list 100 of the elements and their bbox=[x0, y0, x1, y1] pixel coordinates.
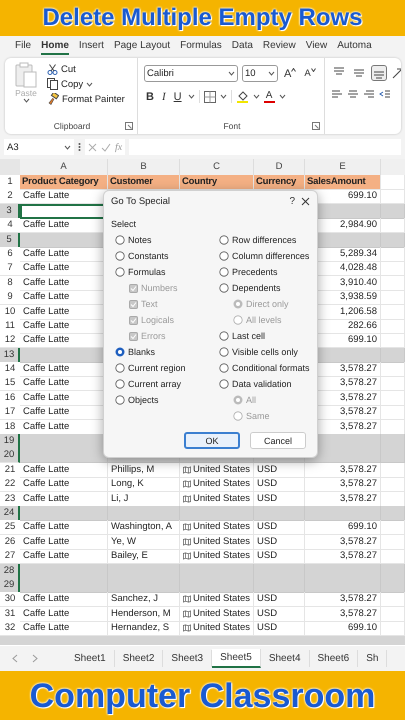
close-button[interactable] bbox=[301, 196, 310, 206]
sheet-tab[interactable]: Sheet1 bbox=[66, 650, 115, 667]
caret-icon bbox=[252, 94, 260, 99]
group-label: Select bbox=[111, 219, 138, 229]
brush-icon bbox=[47, 93, 59, 105]
radio-option[interactable]: Notes bbox=[115, 232, 219, 248]
map-icon bbox=[183, 624, 191, 632]
menu-tab[interactable]: Automa bbox=[337, 38, 372, 54]
sheet-tab[interactable]: Sh bbox=[358, 650, 388, 667]
dialog-title: Go To Special bbox=[111, 196, 171, 206]
menu-tab[interactable]: Review bbox=[262, 38, 296, 54]
row-header[interactable]: 3 bbox=[0, 204, 20, 219]
font-size-dropdown[interactable]: 10 bbox=[242, 65, 278, 82]
row-header[interactable]: 2 bbox=[0, 189, 20, 204]
empty-cell bbox=[381, 376, 405, 392]
caret-icon bbox=[268, 71, 275, 76]
row-header[interactable]: 30 bbox=[0, 592, 20, 608]
radio-option[interactable]: Blanks bbox=[115, 344, 219, 360]
menu-tab[interactable]: File bbox=[15, 38, 32, 54]
empty-cell bbox=[381, 534, 405, 550]
row-header[interactable]: 9 bbox=[0, 290, 20, 306]
menu-tab[interactable]: Insert bbox=[78, 38, 104, 54]
map-icon bbox=[183, 494, 191, 503]
table-cell: Washington, A bbox=[108, 520, 180, 536]
empty-cell bbox=[381, 462, 405, 478]
menu-tab[interactable]: Data bbox=[232, 38, 253, 54]
underline-button[interactable]: U bbox=[172, 90, 184, 102]
borders-icon[interactable] bbox=[204, 90, 216, 102]
row-header[interactable]: 28 bbox=[0, 564, 20, 579]
caret-icon bbox=[278, 94, 286, 99]
row-header[interactable]: 20 bbox=[0, 448, 20, 464]
sheet-tab[interactable]: Sheet6 bbox=[310, 650, 358, 667]
check-icon[interactable] bbox=[101, 142, 111, 152]
help-button[interactable]: ? bbox=[289, 196, 295, 206]
row-header[interactable]: 7 bbox=[0, 261, 20, 276]
row-header[interactable]: 13 bbox=[0, 348, 20, 363]
row-header[interactable]: 25 bbox=[0, 520, 20, 536]
radio-option[interactable]: Current region bbox=[115, 360, 219, 376]
sheet-tab[interactable]: Sheet5 bbox=[212, 649, 261, 668]
radio-option[interactable]: Constants bbox=[115, 248, 219, 264]
row-header[interactable]: 29 bbox=[0, 578, 20, 593]
bold-button[interactable]: B bbox=[144, 90, 156, 102]
table-cell: Customer bbox=[108, 175, 180, 190]
launcher-icon[interactable] bbox=[312, 122, 320, 130]
table-cell: Henderson, M bbox=[108, 606, 180, 622]
row-header[interactable]: 27 bbox=[0, 549, 20, 564]
row-header[interactable]: 12 bbox=[0, 333, 20, 348]
row-header[interactable]: 17 bbox=[0, 405, 20, 420]
left-align-icon[interactable] bbox=[331, 88, 343, 100]
table-cell: 3,578.27 bbox=[305, 606, 381, 622]
name-box[interactable]: A3 bbox=[4, 139, 74, 155]
table-cell: United States bbox=[192, 462, 250, 477]
dialog-button[interactable]: Cancel bbox=[250, 432, 306, 449]
chevron-right-icon[interactable] bbox=[32, 654, 38, 663]
fill-bucket-icon[interactable] bbox=[236, 90, 249, 103]
empty-cell bbox=[381, 606, 405, 622]
increase-font-size-button[interactable]: A bbox=[282, 68, 298, 80]
radio-option[interactable]: Objects bbox=[115, 392, 219, 408]
empty-cell bbox=[381, 390, 405, 406]
row-header[interactable]: 5 bbox=[0, 232, 20, 248]
table-cell: USD bbox=[254, 520, 305, 536]
map-icon bbox=[183, 610, 191, 618]
format-painter-button[interactable]: Format Painter bbox=[47, 93, 125, 105]
menu-tab[interactable]: Page Layout bbox=[114, 38, 170, 54]
footer-title: Computer Classroom bbox=[30, 676, 376, 716]
sheet-tab[interactable]: Sheet4 bbox=[260, 650, 310, 667]
dialog-button[interactable]: OK bbox=[184, 432, 240, 449]
chevron-left-icon[interactable] bbox=[12, 654, 18, 663]
table-cell: 3,578.27 bbox=[305, 462, 381, 478]
cut-button[interactable]: Cut bbox=[47, 64, 125, 75]
empty-cell bbox=[381, 362, 405, 378]
sheet-tab[interactable]: Sheet2 bbox=[114, 650, 164, 667]
radio-option[interactable]: Current array bbox=[115, 376, 219, 392]
table-cell: United States bbox=[192, 606, 250, 621]
row-header[interactable]: 19 bbox=[0, 434, 20, 450]
row-header[interactable]: 24 bbox=[0, 506, 20, 521]
copy-button[interactable]: Copy bbox=[47, 78, 125, 90]
indent-icon[interactable] bbox=[379, 88, 391, 100]
orientation-icon[interactable] bbox=[391, 66, 401, 80]
font-color-button[interactable]: A bbox=[264, 90, 275, 102]
row-header[interactable]: 32 bbox=[0, 621, 20, 636]
radio-option[interactable]: Row differences bbox=[219, 232, 310, 248]
table-cell: USD bbox=[254, 462, 305, 478]
row-header[interactable]: 22 bbox=[0, 477, 20, 492]
table-cell: 699.10 bbox=[305, 520, 381, 536]
decrease-font-size-button[interactable]: A bbox=[302, 68, 318, 79]
italic-button[interactable]: I bbox=[160, 90, 168, 102]
table-cell: USD bbox=[254, 477, 305, 492]
center-align-icon[interactable] bbox=[347, 88, 359, 100]
more-icon[interactable] bbox=[78, 142, 81, 152]
font-name-dropdown[interactable]: Calibri bbox=[144, 65, 238, 82]
menu-tab[interactable]: View bbox=[306, 38, 328, 54]
menu-tab[interactable]: Formulas bbox=[180, 38, 222, 54]
map-icon bbox=[183, 538, 191, 546]
right-align-icon[interactable] bbox=[363, 88, 375, 100]
row-header[interactable]: 15 bbox=[0, 376, 20, 392]
radio-option[interactable]: Formulas bbox=[115, 264, 219, 280]
launcher-icon[interactable] bbox=[125, 122, 133, 130]
row-header[interactable]: 4 bbox=[0, 218, 20, 234]
menu-tab[interactable]: Home bbox=[41, 38, 69, 54]
